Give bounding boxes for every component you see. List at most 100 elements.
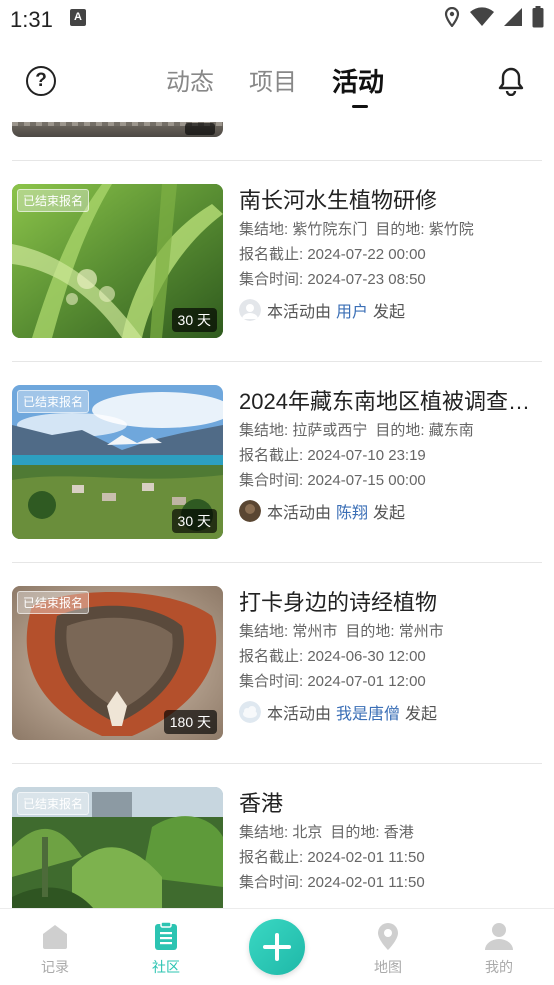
duration-badge: 180 天 — [163, 710, 217, 734]
plus-icon — [263, 933, 291, 961]
activity-info: 打卡身边的诗经植物 集结地: 常州市 目的地: 常州市 报名截止: 2024-06… — [239, 586, 542, 724]
activity-thumbnail: 已结束报名 180 天 — [12, 586, 223, 740]
divider — [12, 562, 542, 563]
home-icon — [43, 925, 67, 949]
nav-label: 社区 — [152, 959, 180, 975]
activity-title: 2024年藏东南地区植被调查活动 — [239, 389, 542, 414]
activity-title: 香港 — [239, 791, 284, 816]
meet-label: 集合时间: — [239, 673, 304, 690]
tab-projects[interactable]: 项目 — [249, 62, 297, 97]
dest-value: 常州市 — [398, 623, 444, 640]
deadline-value: 2024-07-22 00:00 — [307, 246, 426, 263]
gather-label: 集结地: — [239, 824, 289, 841]
sponsor-suffix: 发起 — [373, 505, 406, 522]
location-row: 集结地: 北京 目的地: 香港 — [239, 820, 542, 845]
tab-dynamics[interactable]: 动态 — [166, 62, 214, 97]
meet-label: 集合时间: — [239, 472, 304, 489]
deadline-label: 报名截止: — [239, 447, 304, 464]
nav-label: 地图 — [374, 959, 402, 975]
divider — [12, 763, 542, 764]
nav-label: 记录 — [41, 959, 69, 975]
sponsor-prefix: 本活动由 — [267, 505, 332, 522]
meet-value: 2024-07-23 08:50 — [307, 271, 426, 288]
deadline-row: 报名截止: 2024-07-22 00:00 — [239, 242, 542, 267]
sponsor-suffix: 发起 — [373, 304, 406, 321]
location-status-icon — [444, 7, 460, 27]
tab-activities[interactable]: 活动 — [332, 62, 384, 99]
gather-label: 集结地: — [239, 623, 289, 640]
question-mark-icon: ? — [35, 70, 47, 91]
help-button[interactable]: ? — [26, 66, 56, 96]
dest-label: 目的地: — [375, 221, 425, 238]
meet-value: 2024-02-01 11:50 — [307, 874, 425, 891]
meet-row: 集合时间: 2024-07-23 08:50 — [239, 267, 542, 292]
bell-icon[interactable] — [496, 66, 526, 96]
deadline-label: 报名截止: — [239, 648, 304, 665]
avatar[interactable] — [239, 299, 261, 321]
clipboard-icon — [155, 921, 177, 950]
dest-value: 紫竹院 — [428, 221, 474, 238]
sponsor-suffix: 发起 — [405, 706, 438, 723]
deadline-label: 报名截止: — [239, 849, 304, 866]
nav-label: 我的 — [485, 959, 513, 975]
meet-row: 集合时间: 2024-07-15 00:00 — [239, 468, 542, 493]
dest-label: 目的地: — [345, 623, 395, 640]
top-header: ? 动态 项目 活动 — [0, 38, 554, 122]
activity-info: 2024年藏东南地区植被调查活动 集结地: 拉萨或西宁 目的地: 藏东南 报名截止… — [239, 385, 542, 523]
list-item[interactable]: 已结束报名 180 天 打卡身边的诗经植物 集结地: 常州市 目的地: 常州市 报… — [12, 586, 542, 742]
sponsor-link[interactable]: 我是唐僧 — [336, 700, 400, 724]
sponsor-row: 本活动由 陈翔 发起 — [239, 499, 542, 523]
sponsor-prefix: 本活动由 — [267, 706, 332, 723]
nav-profile[interactable]: 我的 — [469, 921, 529, 977]
gather-value: 拉萨或西宁 — [292, 422, 368, 439]
gather-label: 集结地: — [239, 221, 289, 238]
status-icons — [444, 6, 544, 28]
sponsor-link[interactable]: 用户 — [336, 298, 368, 322]
add-button[interactable] — [249, 919, 305, 975]
meet-row: 集合时间: 2024-02-01 11:50 — [239, 870, 542, 895]
list-item[interactable]: 已结束报名 30 天 南长河水生植物研修 集结地: 紫竹院东门 目的地: 紫竹院 … — [12, 184, 542, 340]
activity-list[interactable]: 已结束报名 30 天 南长河水生植物研修 集结地: 紫竹院东门 目的地: 紫竹院 … — [0, 100, 554, 908]
notification-a-icon: A — [70, 9, 86, 26]
meet-label: 集合时间: — [239, 271, 304, 288]
meet-value: 2024-07-01 12:00 — [307, 673, 426, 690]
wifi-icon — [470, 7, 494, 27]
duration-badge: 30 天 — [171, 509, 217, 533]
active-tab-indicator — [352, 105, 368, 108]
ended-badge: 已结束报名 — [17, 390, 90, 413]
sponsor-link[interactable]: 陈翔 — [336, 499, 368, 523]
sponsor-row: 本活动由 用户 发起 — [239, 298, 542, 322]
bottom-nav: 记录 社区 地图 我的 — [0, 908, 554, 985]
deadline-value: 2024-06-30 12:00 — [307, 648, 426, 665]
activity-thumbnail: 已结束报名 — [12, 787, 223, 908]
nav-map[interactable]: 地图 — [358, 921, 418, 977]
divider — [12, 361, 542, 362]
deadline-row: 报名截止: 2024-06-30 12:00 — [239, 644, 542, 669]
deadline-label: 报名截止: — [239, 246, 304, 263]
ended-badge: 已结束报名 — [17, 189, 90, 212]
deadline-row: 报名截止: 2024-07-10 23:19 — [239, 443, 542, 468]
status-time: 1:31 — [10, 7, 53, 32]
meet-value: 2024-07-15 00:00 — [307, 472, 426, 489]
list-item[interactable]: 已结束报名 香港 集结地: 北京 目的地: 香港 报名截止: 2024-02-01… — [12, 787, 542, 908]
duration-badge: 30 天 — [171, 308, 217, 332]
meet-label: 集合时间: — [239, 874, 304, 891]
dest-label: 目的地: — [375, 422, 425, 439]
list-item[interactable]: 已结束报名 30 天 2024年藏东南地区植被调查活动 集结地: 拉萨或西宁 目的… — [12, 385, 542, 541]
meet-row: 集合时间: 2024-07-01 12:00 — [239, 669, 542, 694]
sponsor-prefix: 本活动由 — [267, 304, 332, 321]
deadline-value: 2024-02-01 11:50 — [307, 849, 425, 866]
location-row: 集结地: 紫竹院东门 目的地: 紫竹院 — [239, 217, 542, 242]
nav-records[interactable]: 记录 — [25, 921, 85, 977]
activity-thumbnail: 已结束报名 30 天 — [12, 385, 223, 539]
avatar[interactable] — [239, 701, 261, 723]
dest-value: 藏东南 — [428, 422, 474, 439]
activity-info: 南长河水生植物研修 集结地: 紫竹院东门 目的地: 紫竹院 报名截止: 2024-… — [239, 184, 542, 322]
ended-badge: 已结束报名 — [17, 792, 90, 815]
gather-value: 紫竹院东门 — [292, 221, 368, 238]
nav-community[interactable]: 社区 — [136, 921, 196, 977]
divider — [12, 160, 542, 161]
avatar[interactable] — [239, 500, 261, 522]
location-row: 集结地: 常州市 目的地: 常州市 — [239, 619, 542, 644]
status-bar: 1:31 A — [0, 0, 554, 38]
